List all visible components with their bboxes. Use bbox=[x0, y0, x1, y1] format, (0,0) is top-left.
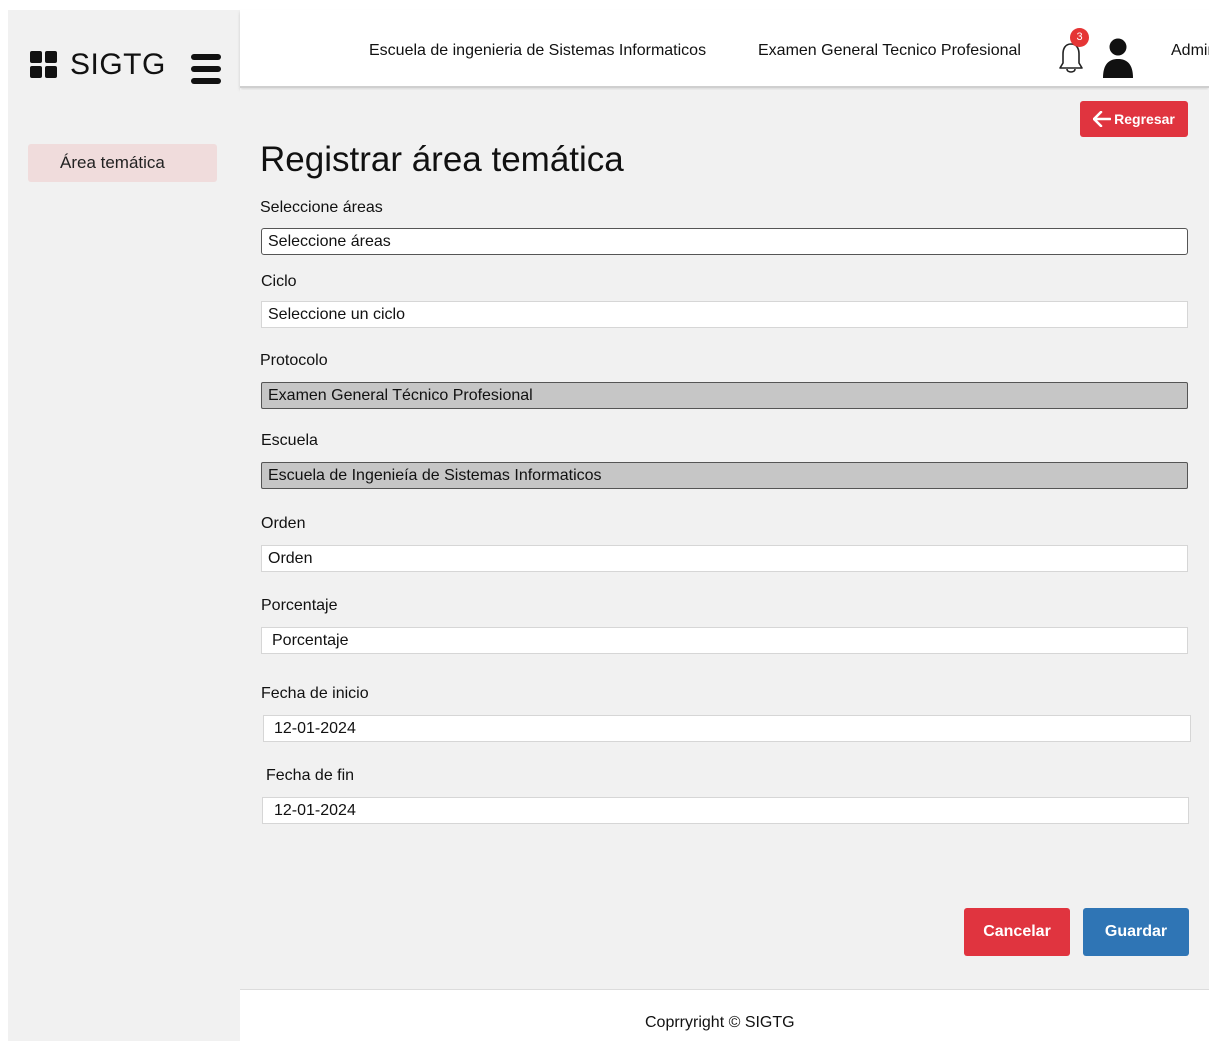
protocolo-label: Protocolo bbox=[260, 352, 328, 369]
areas-select[interactable]: Seleccione áreas bbox=[261, 228, 1188, 255]
areas-label: Seleccione áreas bbox=[260, 199, 383, 216]
escuela-label: Escuela bbox=[261, 432, 318, 449]
arrow-left-icon bbox=[1093, 111, 1112, 127]
back-button-label: Regresar bbox=[1114, 111, 1175, 127]
hamburger-icon[interactable] bbox=[191, 54, 221, 84]
protocolo-field: Examen General Técnico Profesional bbox=[261, 382, 1188, 409]
top-bar: Escuela de ingenieria de Sistemas Inform… bbox=[240, 10, 1209, 88]
escuela-field: Escuela de Ingenieía de Sistemas Informa… bbox=[261, 462, 1188, 489]
orden-input[interactable]: Orden bbox=[261, 545, 1188, 572]
header-school[interactable]: Escuela de ingenieria de Sistemas Inform… bbox=[369, 42, 706, 60]
brand-name: SIGTG bbox=[70, 48, 166, 81]
sidebar-item-area-tematica[interactable]: Área temática bbox=[28, 144, 217, 182]
grid-icon bbox=[30, 51, 58, 79]
porcentaje-input[interactable]: Porcentaje bbox=[261, 627, 1188, 654]
porcentaje-label: Porcentaje bbox=[261, 597, 338, 614]
main-content: Regresar Registrar área temática Selecci… bbox=[240, 90, 1209, 989]
header-exam[interactable]: Examen General Tecnico Profesional bbox=[758, 42, 1021, 60]
cancel-button[interactable]: Cancelar bbox=[964, 908, 1070, 956]
fecha-fin-input[interactable]: 12-01-2024 bbox=[262, 797, 1189, 824]
user-icon[interactable] bbox=[1102, 38, 1134, 78]
fecha-fin-label: Fecha de fin bbox=[266, 767, 355, 784]
orden-label: Orden bbox=[261, 515, 306, 532]
ciclo-label: Ciclo bbox=[261, 273, 297, 290]
save-button[interactable]: Guardar bbox=[1083, 908, 1189, 956]
fecha-inicio-label: Fecha de inicio bbox=[261, 685, 369, 702]
page-title: Registrar área temática bbox=[260, 140, 624, 179]
ciclo-select[interactable]: Seleccione un ciclo bbox=[261, 301, 1188, 328]
user-name[interactable]: Admin bbox=[1171, 42, 1209, 60]
copyright-text: Coprryright © SIGTG bbox=[645, 1014, 795, 1031]
footer: Coprryright © SIGTG bbox=[240, 989, 1209, 1041]
brand[interactable]: SIGTG bbox=[30, 48, 166, 82]
notification-badge: 3 bbox=[1070, 28, 1089, 47]
fecha-inicio-input[interactable]: 12-01-2024 bbox=[263, 715, 1191, 742]
sidebar: SIGTG Área temática bbox=[8, 10, 240, 1041]
back-button[interactable]: Regresar bbox=[1080, 101, 1188, 137]
